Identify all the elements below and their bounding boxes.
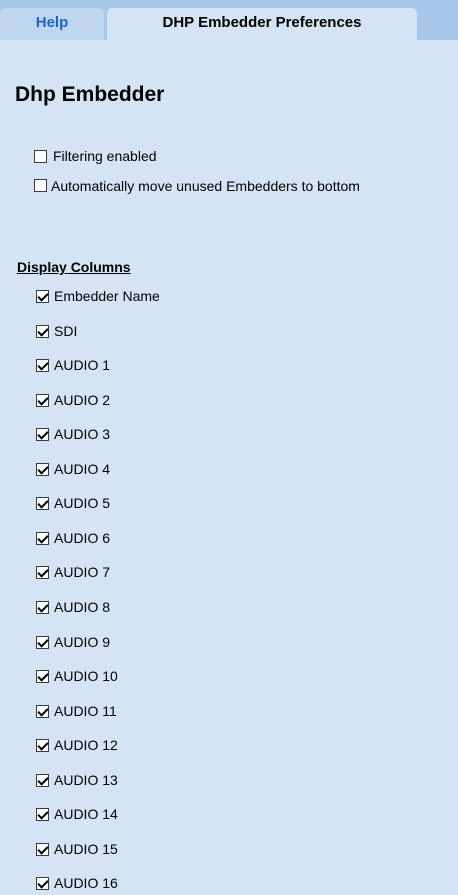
tab-bar: Help DHP Embedder Preferences xyxy=(0,0,458,40)
display-column-option[interactable]: AUDIO 9 xyxy=(36,632,110,652)
display-column-checkbox[interactable] xyxy=(36,669,49,683)
auto-move-unused-label: Automatically move unused Embedders to b… xyxy=(51,178,360,194)
display-column-label: AUDIO 15 xyxy=(54,841,118,857)
display-column-checkbox[interactable] xyxy=(36,496,49,510)
display-column-checkbox[interactable] xyxy=(36,462,49,476)
display-column-label: AUDIO 4 xyxy=(54,461,111,477)
display-column-checkbox[interactable] xyxy=(36,358,49,372)
display-column-label: AUDIO 12 xyxy=(54,737,118,753)
display-column-checkbox[interactable] xyxy=(36,393,49,407)
display-column-label: AUDIO 2 xyxy=(54,392,111,408)
display-column-checkbox[interactable] xyxy=(36,324,49,338)
filtering-enabled-checkbox[interactable] xyxy=(34,149,47,163)
display-column-option[interactable]: AUDIO 7 xyxy=(36,562,110,582)
display-column-label: AUDIO 9 xyxy=(54,634,111,650)
display-column-option[interactable]: SDI xyxy=(36,321,77,341)
display-column-option[interactable]: AUDIO 2 xyxy=(36,390,110,410)
display-column-checkbox[interactable] xyxy=(36,600,49,614)
display-column-checkbox[interactable] xyxy=(36,427,49,441)
display-column-checkbox[interactable] xyxy=(36,807,49,821)
display-column-checkbox[interactable] xyxy=(36,565,49,579)
display-column-checkbox[interactable] xyxy=(36,876,49,890)
tab-dhp-embedder-preferences[interactable]: DHP Embedder Preferences xyxy=(107,8,417,40)
display-column-label: AUDIO 10 xyxy=(54,668,118,684)
display-columns-heading: Display Columns xyxy=(17,259,131,275)
display-column-option[interactable]: AUDIO 11 xyxy=(36,701,117,721)
filtering-enabled-option[interactable]: Filtering enabled xyxy=(34,145,157,167)
display-column-label: AUDIO 13 xyxy=(54,772,118,788)
auto-move-unused-checkbox[interactable] xyxy=(34,179,47,192)
auto-move-unused-option[interactable]: Automatically move unused Embedders to b… xyxy=(14,175,424,198)
display-column-option[interactable]: AUDIO 10 xyxy=(36,666,118,686)
display-column-checkbox[interactable] xyxy=(36,738,49,752)
display-column-checkbox[interactable] xyxy=(36,635,49,649)
display-column-label: AUDIO 5 xyxy=(54,495,111,511)
display-column-label: SDI xyxy=(54,323,78,339)
display-column-checkbox[interactable] xyxy=(36,531,49,545)
display-column-option[interactable]: Embedder Name xyxy=(36,286,160,306)
display-column-label: AUDIO 14 xyxy=(54,806,118,822)
display-column-label: AUDIO 7 xyxy=(54,564,111,580)
display-column-label: AUDIO 6 xyxy=(54,530,111,546)
display-column-option[interactable]: AUDIO 5 xyxy=(36,493,110,513)
display-column-checkbox[interactable] xyxy=(36,289,49,303)
display-column-option[interactable]: AUDIO 1 xyxy=(36,355,110,375)
display-column-option[interactable]: AUDIO 12 xyxy=(36,735,118,755)
display-column-label: AUDIO 11 xyxy=(54,703,117,719)
display-column-checkbox[interactable] xyxy=(36,773,49,787)
display-column-option[interactable]: AUDIO 6 xyxy=(36,528,110,548)
display-column-label: AUDIO 16 xyxy=(54,875,118,891)
display-column-option[interactable]: AUDIO 14 xyxy=(36,804,118,824)
display-column-label: AUDIO 8 xyxy=(54,599,111,615)
page-title: Dhp Embedder xyxy=(15,83,165,106)
filtering-enabled-label: Filtering enabled xyxy=(53,148,157,164)
display-column-label: Embedder Name xyxy=(54,288,160,304)
display-column-option[interactable]: AUDIO 8 xyxy=(36,597,110,617)
display-column-label: AUDIO 3 xyxy=(54,426,111,442)
display-column-option[interactable]: AUDIO 13 xyxy=(36,770,118,790)
tab-help[interactable]: Help xyxy=(0,8,104,40)
display-column-label: AUDIO 1 xyxy=(54,357,111,373)
display-column-checkbox[interactable] xyxy=(36,842,49,856)
display-column-checkbox[interactable] xyxy=(36,704,49,718)
display-column-option[interactable]: AUDIO 3 xyxy=(36,424,110,444)
display-column-option[interactable]: AUDIO 15 xyxy=(36,839,118,859)
display-column-option[interactable]: AUDIO 4 xyxy=(36,459,110,479)
display-column-option[interactable]: AUDIO 16 xyxy=(36,873,118,893)
